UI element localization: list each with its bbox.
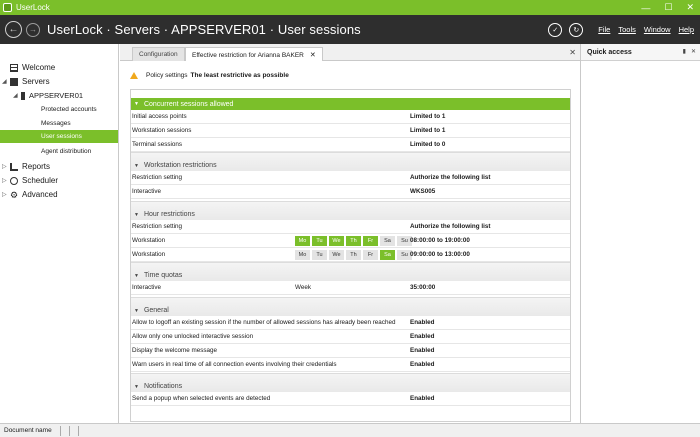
tab-effective-restriction[interactable]: Effective restriction for Arianna BAKER … xyxy=(185,47,323,62)
table-row: Allow to logoff an existing session if t… xyxy=(131,316,570,330)
day-selector: Mo Tu We Th Fr Sa Su xyxy=(295,236,412,246)
sidebar-item-reports[interactable]: ▷ Reports xyxy=(2,160,50,173)
table-row: Display the welcome message Enabled xyxy=(131,344,570,358)
pin-icon[interactable]: ▮ xyxy=(683,48,686,55)
table-row: Workstation sessions Limited to 1 xyxy=(131,124,570,138)
status-document-name: Document name xyxy=(4,427,52,434)
menu-file[interactable]: File xyxy=(598,25,610,34)
collapsed-arrow-icon[interactable]: ▷ xyxy=(2,177,7,184)
table-row: Restriction setting Authorize the follow… xyxy=(131,171,570,185)
day-toggle-tu[interactable]: Tu xyxy=(312,250,327,260)
divider xyxy=(59,425,61,436)
divider xyxy=(68,425,70,436)
collapsed-arrow-icon[interactable]: ▷ xyxy=(2,191,7,198)
reports-icon xyxy=(10,162,18,171)
day-toggle-mo[interactable]: Mo xyxy=(295,250,310,260)
table-row: Restriction setting Authorize the follow… xyxy=(131,220,570,234)
day-toggle-fr[interactable]: Fr xyxy=(363,250,378,260)
help-circle-icon[interactable]: ✓ xyxy=(548,22,563,37)
refresh-icon[interactable]: ↻ xyxy=(569,22,584,37)
restriction-panel: ▼ Concurrent sessions allowed Initial ac… xyxy=(130,89,571,422)
collapse-triangle-icon[interactable]: ▼ xyxy=(134,384,139,390)
tab-configuration[interactable]: Configuration xyxy=(132,47,185,61)
day-toggle-we[interactable]: We xyxy=(329,236,344,246)
server-icon xyxy=(21,91,25,100)
section-workstation-restrictions[interactable]: ▼ Workstation restrictions xyxy=(131,152,570,171)
app-logo-icon xyxy=(3,3,12,12)
day-toggle-tu[interactable]: Tu xyxy=(312,236,327,246)
collapse-triangle-icon[interactable]: ▼ xyxy=(134,308,139,314)
expand-arrow-icon[interactable]: ◢ xyxy=(2,78,7,85)
menu-window[interactable]: Window xyxy=(644,25,671,34)
table-row: Workstation Mo Tu We Th Fr Sa Su 09:00:00 to 1… xyxy=(131,248,570,262)
day-toggle-sa[interactable]: Sa xyxy=(380,250,395,260)
sidebar-item-user-sessions[interactable]: User sessions xyxy=(0,130,118,143)
sidebar-item-protected-accounts[interactable]: Protected accounts xyxy=(41,103,97,116)
menu-tools[interactable]: Tools xyxy=(618,25,636,34)
day-toggle-sa[interactable]: Sa xyxy=(380,236,395,246)
day-toggle-th[interactable]: Th xyxy=(346,236,361,246)
table-row: Allow only one unlocked interactive sess… xyxy=(131,330,570,344)
close-button[interactable]: ✕ xyxy=(686,2,694,13)
servers-icon xyxy=(10,77,18,86)
table-row: Interactive WKS005 xyxy=(131,185,570,199)
gear-icon: ⚙ xyxy=(10,189,19,200)
section-hour-restrictions[interactable]: ▼ Hour restrictions xyxy=(131,201,570,220)
tab-bar: Configuration Effective restriction for … xyxy=(120,44,580,62)
breadcrumb: UserLock · Servers · APPSERVER01 · User … xyxy=(47,22,361,37)
clock-icon xyxy=(10,176,18,185)
sidebar: Welcome ◢ Servers ◢ APPSERVER01 Protecte… xyxy=(0,44,119,423)
title-bar: UserLock — ☐ ✕ xyxy=(0,0,700,15)
day-toggle-th[interactable]: Th xyxy=(346,250,361,260)
day-toggle-we[interactable]: We xyxy=(329,250,344,260)
back-arrow-icon[interactable]: ← xyxy=(5,21,22,38)
day-toggle-mo[interactable]: Mo xyxy=(295,236,310,246)
menu-help[interactable]: Help xyxy=(679,25,694,34)
window-title: UserLock xyxy=(16,3,50,12)
collapsed-arrow-icon[interactable]: ▷ xyxy=(2,163,7,170)
table-row: Initial access points Limited to 1 xyxy=(131,110,570,124)
maximize-button[interactable]: ☐ xyxy=(664,2,672,13)
section-time-quotas[interactable]: ▼ Time quotas xyxy=(131,262,570,281)
close-icon[interactable]: ✕ xyxy=(569,48,576,57)
sidebar-item-appserver01[interactable]: ◢ APPSERVER01 xyxy=(13,89,83,102)
table-row: Workstation Mo Tu We Th Fr Sa Su 08:00:00 to 1… xyxy=(131,234,570,248)
collapse-triangle-icon[interactable]: ▼ xyxy=(134,273,139,279)
minimize-button[interactable]: — xyxy=(641,3,650,13)
sidebar-item-scheduler[interactable]: ▷ Scheduler xyxy=(2,174,58,187)
table-row: Send a popup when selected events are de… xyxy=(131,392,570,406)
section-concurrent-sessions[interactable]: ▼ Concurrent sessions allowed xyxy=(131,98,570,110)
section-general[interactable]: ▼ General xyxy=(131,297,570,316)
collapse-triangle-icon[interactable]: ▼ xyxy=(134,212,139,218)
section-notifications[interactable]: ▼ Notifications xyxy=(131,373,570,392)
table-row: Interactive Week 35:00:00 xyxy=(131,281,570,295)
grid-icon xyxy=(10,63,18,72)
table-row: Terminal sessions Limited to 0 xyxy=(131,138,570,152)
sidebar-item-agent-distribution[interactable]: Agent distribution xyxy=(41,145,91,158)
warning-icon xyxy=(130,72,138,79)
status-bar: Document name xyxy=(0,423,700,437)
close-tab-icon[interactable]: ✕ xyxy=(310,51,316,59)
app-header: ← → UserLock · Servers · APPSERVER01 · U… xyxy=(0,15,700,44)
collapse-triangle-icon[interactable]: ▼ xyxy=(134,101,139,107)
collapse-triangle-icon[interactable]: ▼ xyxy=(134,163,139,169)
table-row: Warn users in real time of all connectio… xyxy=(131,358,570,372)
policy-settings: Policy settings The least restrictive as … xyxy=(130,72,289,79)
day-toggle-fr[interactable]: Fr xyxy=(363,236,378,246)
quick-access-header: Quick access ▮ ✕ xyxy=(581,44,700,61)
main-content: Policy settings The least restrictive as … xyxy=(120,61,580,423)
sidebar-item-advanced[interactable]: ▷ ⚙ Advanced xyxy=(2,188,58,201)
day-selector: Mo Tu We Th Fr Sa Su xyxy=(295,250,412,260)
forward-arrow-icon[interactable]: → xyxy=(26,22,40,37)
close-icon[interactable]: ✕ xyxy=(691,48,696,55)
sidebar-item-welcome[interactable]: Welcome xyxy=(10,61,55,74)
sidebar-item-servers[interactable]: ◢ Servers xyxy=(2,75,50,88)
expand-arrow-icon[interactable]: ◢ xyxy=(13,92,18,99)
quick-access-panel: Quick access ▮ ✕ xyxy=(580,44,700,423)
divider xyxy=(77,425,79,436)
sidebar-item-messages[interactable]: Messages xyxy=(41,117,71,130)
